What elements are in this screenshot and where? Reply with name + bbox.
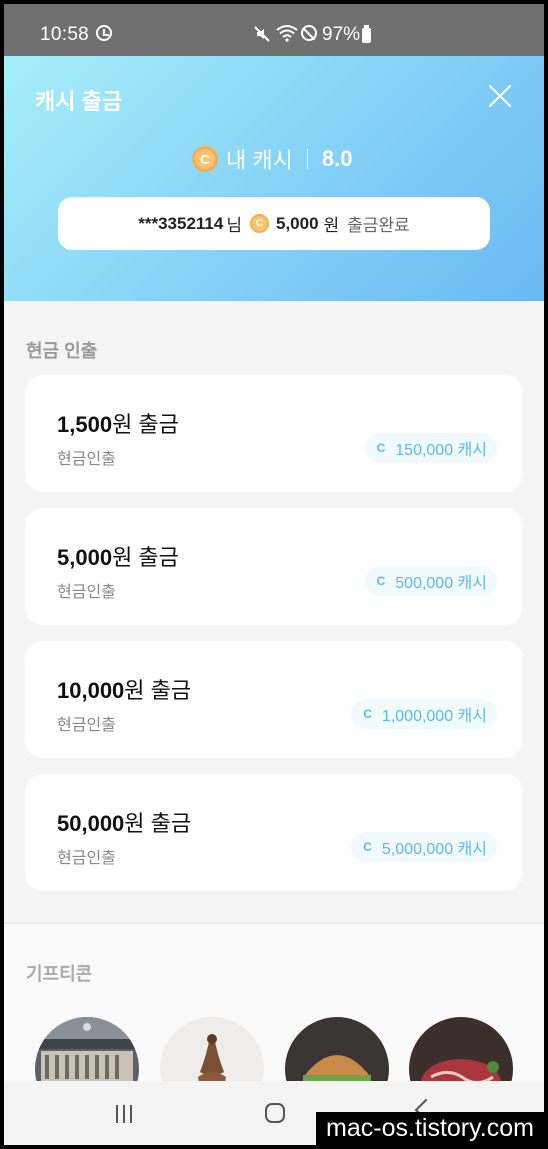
- withdraw-option-subtitle: 현금인출: [57, 717, 116, 734]
- withdraw-label: 원 출금: [124, 811, 192, 836]
- withdraw-amount: 5,000: [57, 545, 113, 570]
- status-bar: 10:58 97%: [4, 4, 544, 56]
- notice-user: ***3352114: [138, 213, 224, 233]
- withdraw-label: 원 출금: [112, 412, 179, 437]
- cash-cost-badge[interactable]: C 150,000 캐시: [364, 433, 497, 463]
- recent-apps-icon[interactable]: [116, 1105, 134, 1123]
- withdraw-option-card[interactable]: 5,000원 출금 현금인출 C 500,000 캐시: [25, 508, 523, 625]
- coin-icon: C: [192, 146, 218, 172]
- coin-icon: C: [376, 441, 386, 455]
- withdraw-option-title: 10,000원 출금: [57, 673, 191, 705]
- watermark: mac-os.tistory.com: [316, 1112, 544, 1145]
- withdraw-option-subtitle: 현금인출: [57, 850, 116, 867]
- my-cash-value: 8.0: [321, 146, 353, 171]
- withdraw-label: 원 출금: [112, 545, 179, 570]
- coin-icon: C: [363, 840, 372, 854]
- coin-icon: C: [376, 574, 386, 588]
- notice-amount: 5,000: [275, 213, 319, 233]
- cash-cost: 150,000 캐시: [395, 442, 487, 459]
- withdraw-option-subtitle: 현금인출: [57, 451, 116, 468]
- withdraw-option-title: 5,000원 출금: [57, 540, 179, 572]
- withdraw-option-card[interactable]: 10,000원 출금 현금인출 C 1,000,000 캐시: [25, 641, 523, 758]
- withdraw-option-title: 1,500원 출금: [57, 407, 179, 439]
- coin-icon: C: [249, 214, 269, 233]
- cash-cost: 500,000 캐시: [395, 575, 487, 592]
- withdraw-option-subtitle: 현금인출: [57, 584, 116, 601]
- cash-header: 캐시 출금 C 내 캐시 8.0 ***3352114 님 C 5,000 원 …: [4, 56, 544, 301]
- status-time: 10:58: [40, 24, 90, 45]
- withdraw-amount: 10,000: [57, 678, 125, 703]
- withdraw-option-title: 50,000원 출금: [57, 806, 191, 838]
- app-screen: 10:58 97% 캐시 출금 C 내 캐시 8.0 ***3352114 님: [4, 4, 544, 1145]
- cash-section-title: 현금 인출: [26, 341, 98, 361]
- do-not-disturb-icon: [301, 25, 317, 41]
- withdraw-amount: 50,000: [57, 811, 125, 836]
- home-icon[interactable]: [265, 1103, 285, 1123]
- alarm-clock-icon: [96, 25, 112, 41]
- my-cash-label: 내 캐시: [226, 148, 293, 173]
- divider: [306, 149, 308, 169]
- cash-cost-badge[interactable]: C 500,000 캐시: [364, 566, 497, 596]
- withdraw-amount: 1,500: [57, 412, 113, 437]
- battery-percent: 97%: [322, 24, 361, 45]
- cash-cost-badge[interactable]: C 5,000,000 캐시: [351, 832, 497, 862]
- notice-unit: 원: [323, 216, 340, 235]
- cash-cost-badge[interactable]: C 1,000,000 캐시: [351, 699, 497, 729]
- page-title: 캐시 출금: [35, 89, 123, 114]
- wifi-icon: [276, 25, 298, 42]
- withdraw-option-card[interactable]: 1,500원 출금 현금인출 C 150,000 캐시: [25, 375, 523, 492]
- coin-icon: C: [363, 707, 372, 721]
- notice-suffix: 님: [226, 216, 242, 235]
- gifticon-section-title: 기프티콘: [26, 964, 93, 984]
- cash-cost: 5,000,000 캐시: [381, 841, 487, 858]
- notice-status: 출금완료: [347, 216, 410, 235]
- withdrawal-notice: ***3352114 님 C 5,000 원 출금완료: [58, 197, 490, 250]
- battery-icon: [362, 25, 371, 43]
- my-cash-display: C 내 캐시 8.0: [192, 144, 352, 174]
- close-button[interactable]: [484, 80, 516, 112]
- mute-icon: [254, 26, 270, 42]
- withdraw-option-card[interactable]: 50,000원 출금 현금인출 C 5,000,000 캐시: [25, 774, 523, 891]
- withdraw-label: 원 출금: [124, 678, 192, 703]
- cash-cost: 1,000,000 캐시: [381, 708, 487, 725]
